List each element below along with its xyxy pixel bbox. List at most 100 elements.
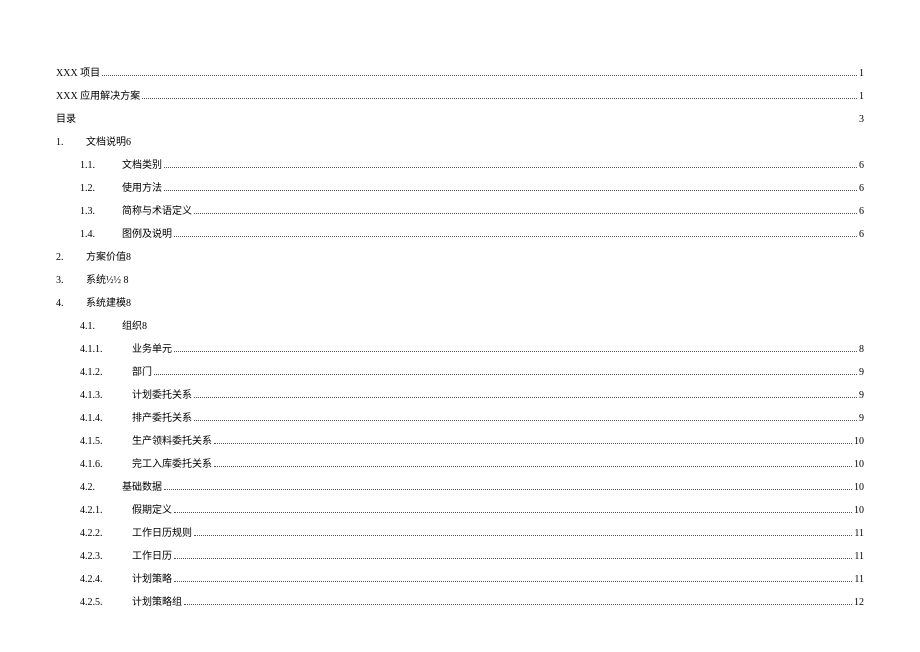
toc-page-number: 10 <box>854 459 864 470</box>
toc-row: 1.文档说明6 <box>56 129 864 152</box>
toc-leader-dots <box>214 443 852 444</box>
toc-row: XXX 应用解决方案 1 <box>56 83 864 106</box>
toc-number: 3. <box>56 275 86 286</box>
toc-label: 业务单元 <box>132 340 172 355</box>
toc-number: 1.4. <box>80 229 122 240</box>
toc-number: 2. <box>56 252 86 263</box>
toc-page-number: 8 <box>859 344 864 355</box>
toc-row: 4.系统建模8 <box>56 290 864 313</box>
toc-number: 1.1. <box>80 160 122 171</box>
toc-row: 4.2.5.计划策略组 12 <box>56 589 864 612</box>
toc-number: 4.2.4. <box>80 574 132 585</box>
toc-page-number: 6 <box>859 183 864 194</box>
toc-leader-dots <box>194 213 857 214</box>
toc-row: 4.1.5.生产领料委托关系 10 <box>56 428 864 451</box>
toc-row: 4.2.1.假期定义 10 <box>56 497 864 520</box>
toc-number: 4.1.4. <box>80 413 132 424</box>
toc-number: 1.2. <box>80 183 122 194</box>
toc-leader-dots <box>174 351 857 352</box>
toc-row: 3.系统½½ 8 <box>56 267 864 290</box>
toc-label: 计划委托关系 <box>132 386 192 401</box>
toc-row: 4.1.3.计划委托关系 9 <box>56 382 864 405</box>
toc-label: 文档类别 <box>122 156 162 171</box>
toc-number: 4.1.6. <box>80 459 132 470</box>
toc-number: 4.1. <box>80 321 122 332</box>
toc-page-number: 12 <box>854 597 864 608</box>
toc-label: XXX 应用解决方案 <box>56 87 140 102</box>
toc-leader-dots <box>164 167 857 168</box>
toc-label: 方案价值8 <box>86 248 131 263</box>
toc-page-number: 11 <box>854 574 864 585</box>
toc-leader-dots <box>214 466 852 467</box>
toc-leader-dots <box>174 581 852 582</box>
toc-row: 2.方案价值8 <box>56 244 864 267</box>
toc-leader-dots <box>194 535 852 536</box>
toc-page-number: 9 <box>859 367 864 378</box>
toc-number: 4.1.3. <box>80 390 132 401</box>
toc-label: 工作日历规则 <box>132 524 192 539</box>
toc-number: 4.2.3. <box>80 551 132 562</box>
toc-leader-dots <box>174 236 857 237</box>
toc-row: 1.3.简称与术语定义6 <box>56 198 864 221</box>
toc-label: 目录 <box>56 110 76 125</box>
toc-page-number: 11 <box>854 551 864 562</box>
toc-label: 工作日历 <box>132 547 172 562</box>
toc-page-number: 1 <box>859 68 864 79</box>
toc-page-number: 11 <box>854 528 864 539</box>
toc-row: 1.4.图例及说明 6 <box>56 221 864 244</box>
toc-label: 计划策略组 <box>132 593 182 608</box>
toc-leader-dots <box>174 512 852 513</box>
toc-leader-dots <box>102 75 857 76</box>
toc-row: 目录 3 <box>56 106 864 129</box>
toc-label: 计划策略 <box>132 570 172 585</box>
toc-label: 简称与术语定义 <box>122 202 192 217</box>
toc-row: 4.1.6.完工入库委托关系 10 <box>56 451 864 474</box>
toc-number: 4.2.2. <box>80 528 132 539</box>
toc-number: 1. <box>56 137 86 148</box>
toc-page-number: 9 <box>859 390 864 401</box>
toc-row: 4.2.基础数据10 <box>56 474 864 497</box>
toc-row: 4.1.2.部门 9 <box>56 359 864 382</box>
toc-leader-dots <box>164 489 852 490</box>
toc-row: 4.1.1.业务单元 8 <box>56 336 864 359</box>
toc-number: 4.2.1. <box>80 505 132 516</box>
toc-row: 4.2.2.工作日历规则 11 <box>56 520 864 543</box>
toc-number: 4.2.5. <box>80 597 132 608</box>
toc-label: 组织8 <box>122 317 147 332</box>
toc-page-number: 1 <box>859 91 864 102</box>
toc-label: 部门 <box>132 363 152 378</box>
toc-page-number: 6 <box>859 229 864 240</box>
table-of-contents: XXX 项目1XXX 应用解决方案1目录31.文档说明61.1.文档类别61.2… <box>56 60 864 612</box>
toc-row: 1.2.使用方法 6 <box>56 175 864 198</box>
toc-leader-dots <box>154 374 857 375</box>
toc-row: 4.1.组织8 <box>56 313 864 336</box>
toc-number: 4.1.2. <box>80 367 132 378</box>
toc-leader-dots <box>194 397 857 398</box>
toc-page-number: 6 <box>859 160 864 171</box>
toc-leader-dots <box>184 604 852 605</box>
toc-number: 4. <box>56 298 86 309</box>
toc-label: 图例及说明 <box>122 225 172 240</box>
toc-page-number: 6 <box>859 206 864 217</box>
toc-leader-dots <box>174 558 852 559</box>
toc-number: 4.1.5. <box>80 436 132 447</box>
toc-label: 使用方法 <box>122 179 162 194</box>
toc-number: 4.1.1. <box>80 344 132 355</box>
toc-label: XXX 项目 <box>56 64 100 79</box>
toc-label: 文档说明6 <box>86 133 131 148</box>
toc-page-number: 3 <box>859 114 864 125</box>
toc-label: 系统½½ 8 <box>86 271 129 286</box>
toc-page-number: 10 <box>854 436 864 447</box>
toc-label: 生产领料委托关系 <box>132 432 212 447</box>
toc-leader-dots <box>194 420 857 421</box>
toc-page-number: 10 <box>854 505 864 516</box>
toc-label: 假期定义 <box>132 501 172 516</box>
toc-row: 4.2.4.计划策略 11 <box>56 566 864 589</box>
toc-row: 4.2.3.工作日历 11 <box>56 543 864 566</box>
toc-number: 4.2. <box>80 482 122 493</box>
toc-page-number: 9 <box>859 413 864 424</box>
toc-label: 基础数据 <box>122 478 162 493</box>
toc-label: 系统建模8 <box>86 294 131 309</box>
toc-label: 完工入库委托关系 <box>132 455 212 470</box>
toc-leader-dots <box>142 98 857 99</box>
